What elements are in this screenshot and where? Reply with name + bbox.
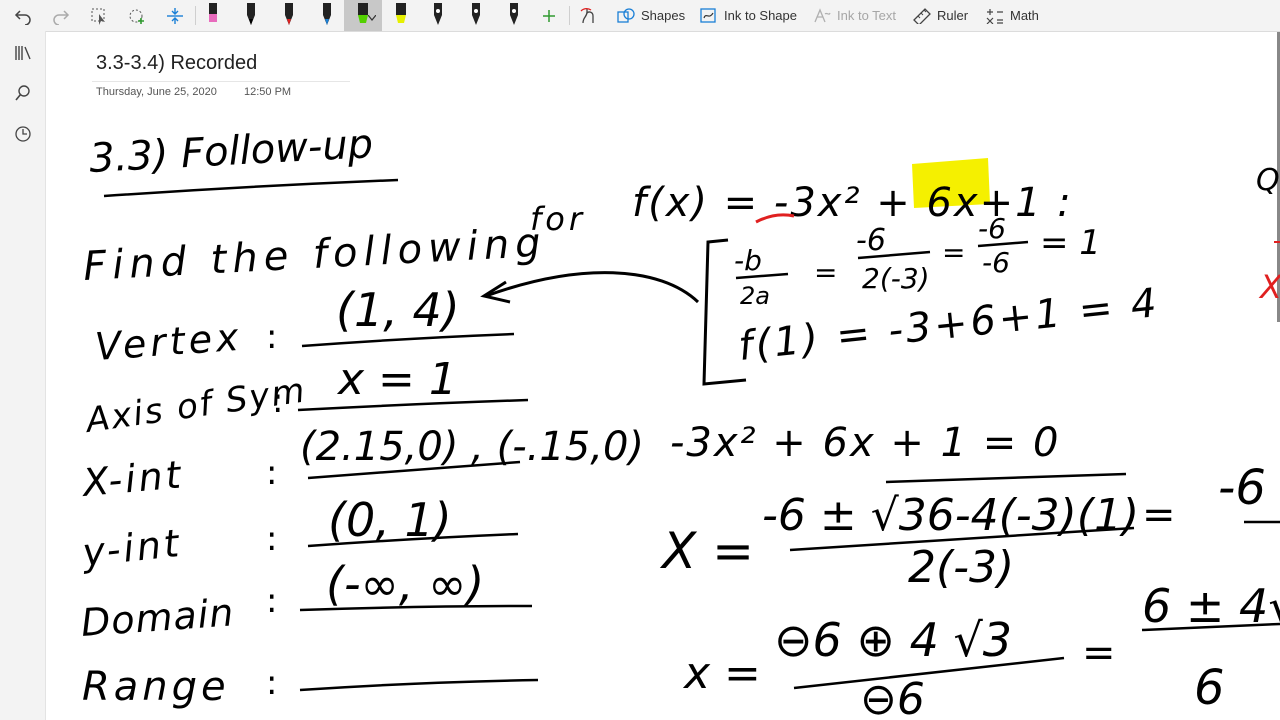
formula-eq: = [1142,492,1176,538]
row-sep: : [266,581,277,621]
ink-heading: 3.3) Follow-up [88,121,374,182]
row-sep: : [266,317,277,357]
sqrt-bar [885,472,1127,484]
arrow-line [485,271,700,304]
formula-numerator: -6 ± √36-4(-3)(1) [762,490,1139,541]
calc-eq: = [942,236,965,269]
vertex-y-calculation: f(1) = -3+6+1 = 4 [736,280,1161,370]
row-sep: : [266,453,277,493]
formula-denominator: 2(-3) [908,542,1014,593]
simp-lhs: x = [682,648,761,699]
row-answer: (1, 4) [336,283,460,337]
quadratic-formula: X = -6 ± √36-4(-3)(1) 2(-3) = -6 [659,460,1280,593]
ink-for-text: for [530,200,586,238]
calc-result: = 1 [1040,223,1101,263]
ink-find-text: Find the following [82,220,548,290]
row-answer: (-∞, ∞) [326,557,484,611]
row-answer: x = 1 [336,354,457,405]
answer-line [299,678,539,692]
calc-frac-den: 2a [740,282,770,310]
row-label: Vertex [94,315,244,369]
heading-underline [103,178,399,198]
row-answer: (2.15,0) , (-.15,0) [300,424,644,470]
calc-frac-den: -6 [982,246,1010,279]
simplified-formula: x = ⊖6 ⊕ 4 √3 ⊖6 = 6 ± 4√ 6 [682,579,1280,720]
simp-numerator: ⊖6 ⊕ 4 √3 [774,613,1012,667]
simp-rhs-denominator: 6 [1194,660,1225,716]
formula-lhs: X = [659,522,754,580]
simp-eq: = [1082,630,1116,676]
row-label: y-int [79,521,183,575]
calc-frac-num: -6 [856,223,886,258]
ink-function: f(x) = -3x² + 6x+1 : [632,180,1073,226]
ink-layer: 3.3) Follow-up Find the following for f(… [79,121,1280,720]
row-sep: : [266,519,277,559]
calc-frac-num: -b [734,244,762,277]
quadratic-equation: -3x² + 6x + 1 = 0 [670,420,1060,466]
calc-frac-den: 2(-3) [862,262,930,295]
simp-denominator: ⊖6 [860,674,925,720]
calc-eq: = [814,256,837,289]
row-sep: : [266,663,277,703]
row-label: X-int [79,452,185,505]
row-sep: : [272,381,283,421]
calc-frac-num: -6 [978,212,1006,245]
edge-x: X [1258,268,1280,306]
formula-cut-off: -6 [1218,460,1266,516]
row-label: Domain [80,590,236,645]
row-label: Range [82,664,230,710]
row-domain: Domain : (-∞, ∞) [80,557,533,645]
edge-q: Q [1256,163,1280,198]
row-range: Range : [82,663,539,710]
